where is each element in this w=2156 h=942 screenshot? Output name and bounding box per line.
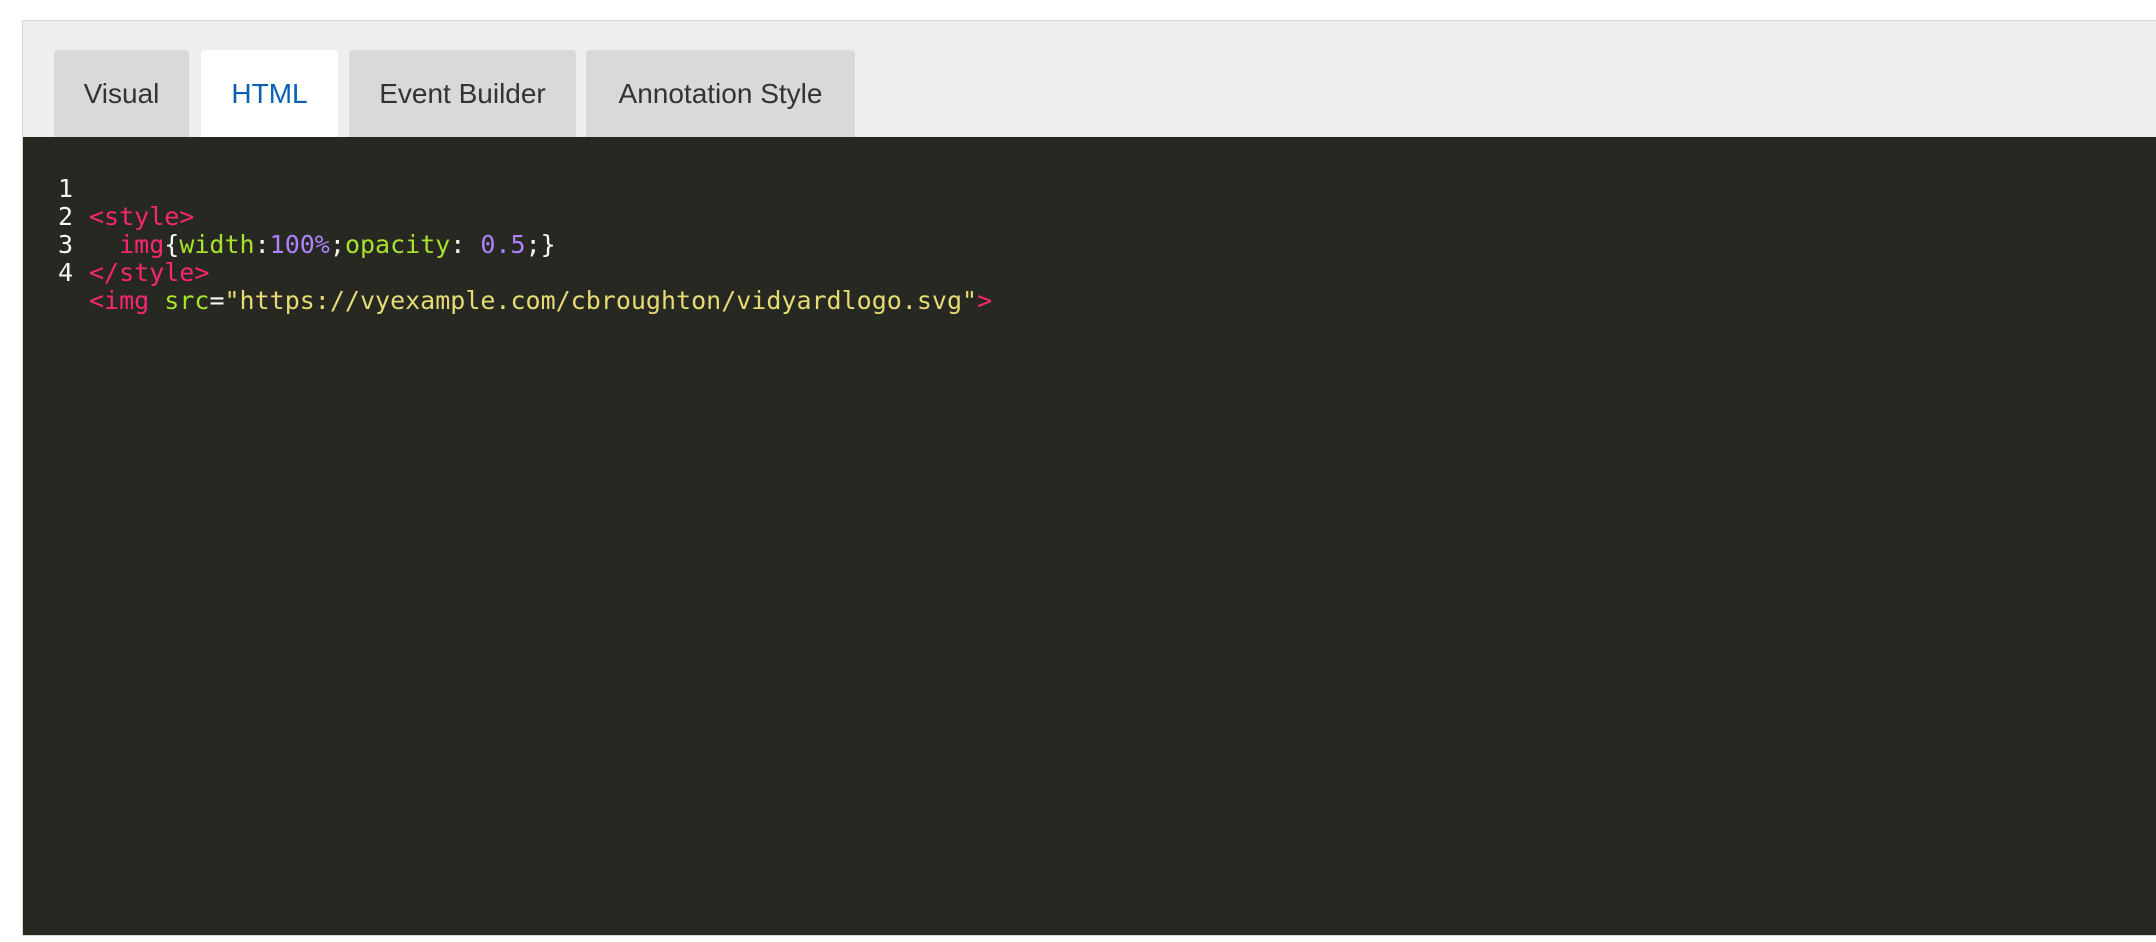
- html-editor-panel: Visual HTML Event Builder Annotation Sty…: [22, 20, 2156, 936]
- code-line: 2 img{width:100%;opacity: 0.5;}: [23, 175, 2156, 259]
- code-line-content: <img src="https://vyexample.com/cbrought…: [89, 287, 992, 315]
- line-number: 4: [57, 258, 73, 287]
- src-value: "https://vyexample.com/cbroughton/vidyar…: [224, 286, 978, 315]
- equals-sign: =: [209, 286, 225, 315]
- tab-event-builder[interactable]: Event Builder: [349, 50, 576, 137]
- img-open-tag: <img: [89, 286, 150, 315]
- tab-bar: Visual HTML Event Builder Annotation Sty…: [23, 21, 2156, 137]
- tab-html[interactable]: HTML: [201, 50, 338, 137]
- code-line: 3 </style>: [23, 203, 2156, 287]
- code-editor[interactable]: 1 <style> 2 img{width:100%;opacity: 0.5;…: [23, 137, 2156, 935]
- tag-end: >: [977, 286, 993, 315]
- code-line: 1 <style>: [23, 147, 2156, 231]
- tab-visual[interactable]: Visual: [54, 50, 189, 137]
- src-attribute: src: [164, 286, 210, 315]
- code-line: 4 <img src="https://vyexample.com/cbroug…: [23, 231, 2156, 315]
- tab-annotation-style[interactable]: Annotation Style: [586, 50, 855, 137]
